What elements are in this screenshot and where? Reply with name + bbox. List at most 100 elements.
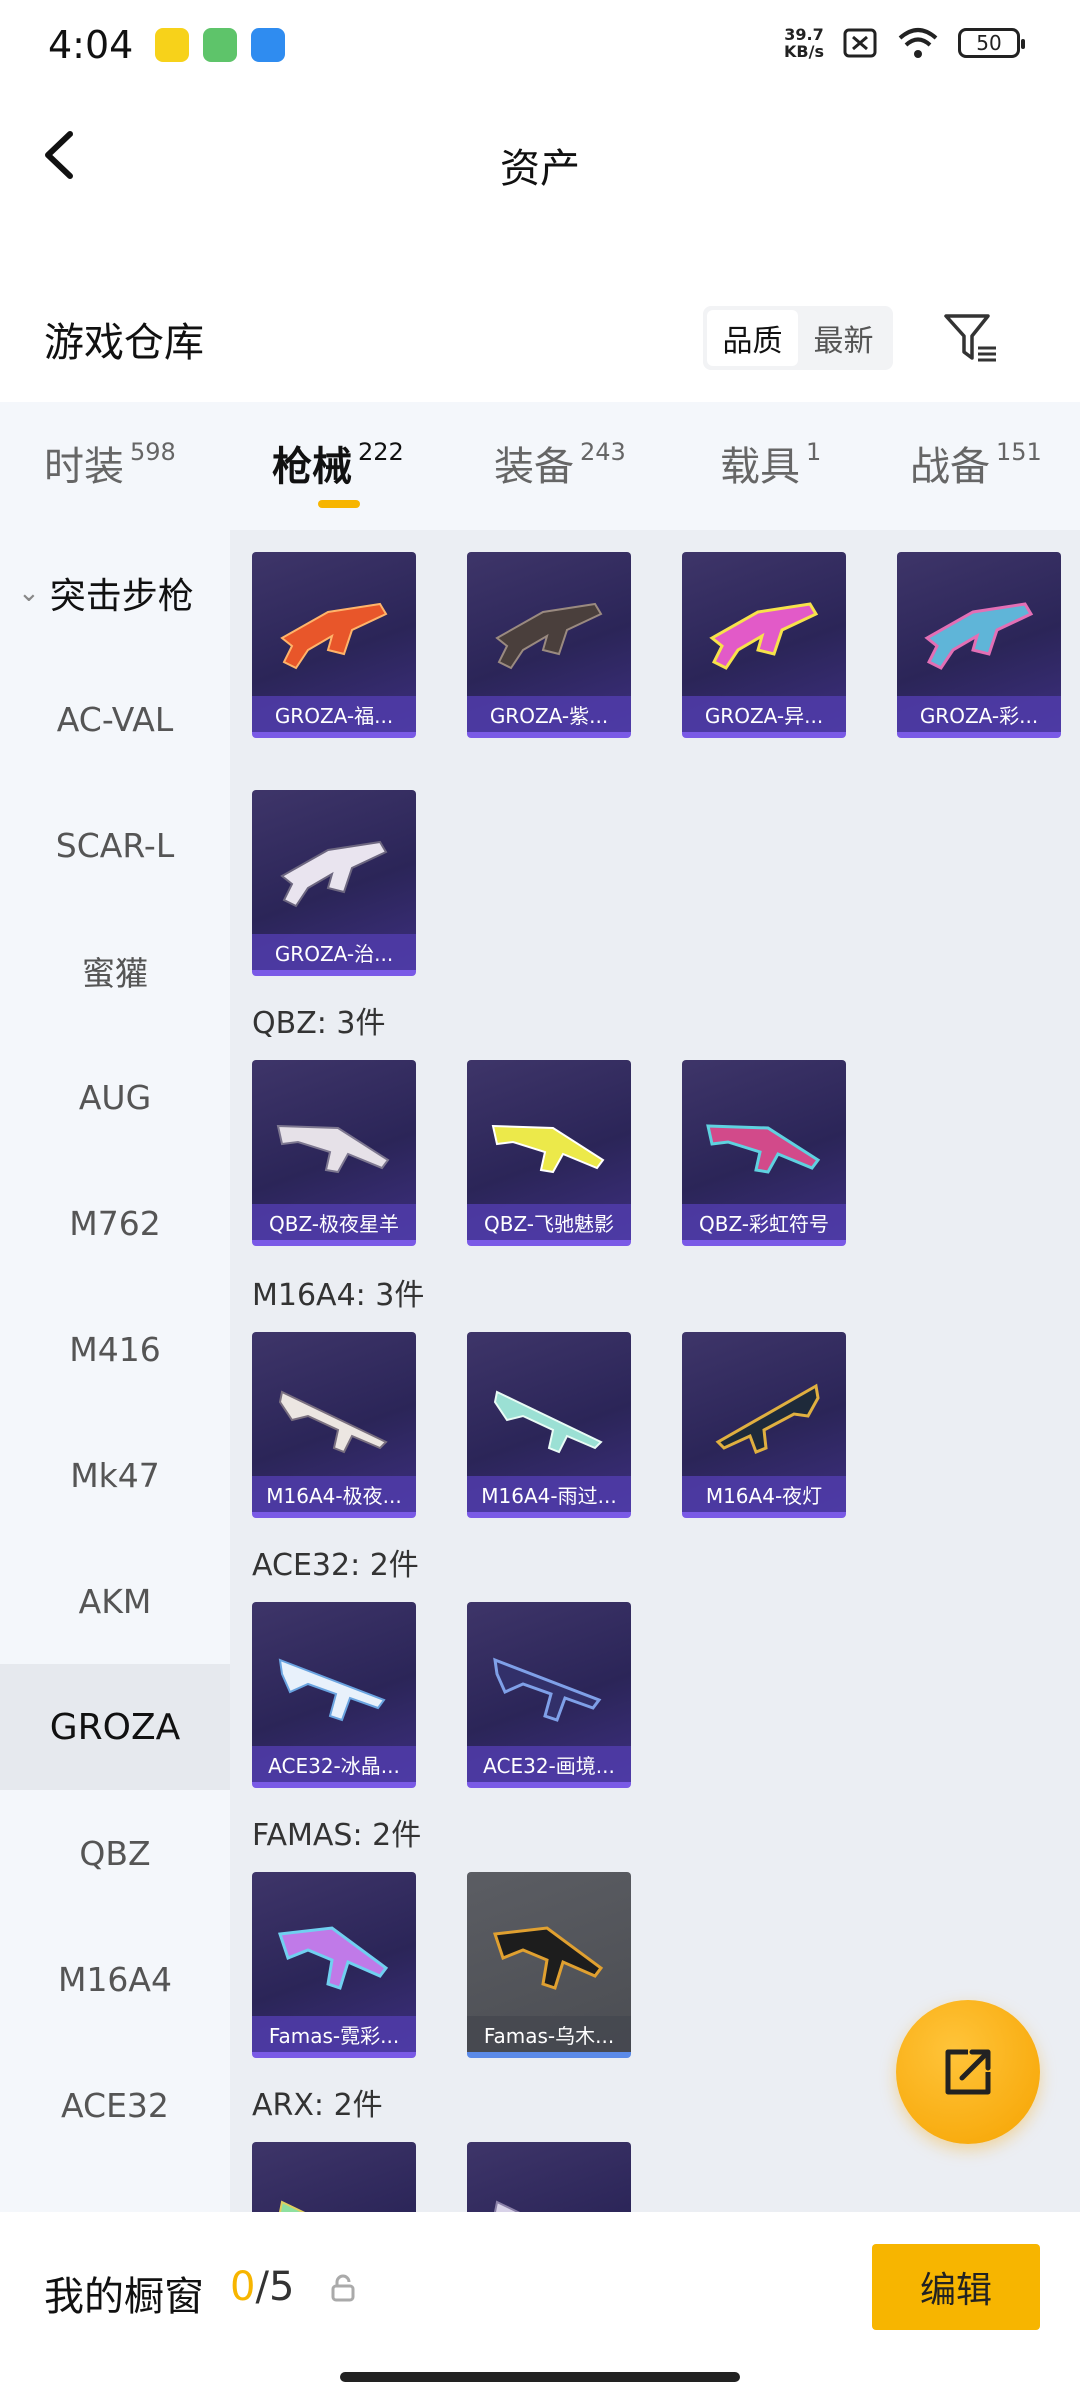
weapon-skin-image — [280, 840, 388, 908]
category-tabs: 时装 598 枪械 222 装备 243 载具 1 战备 151 — [0, 402, 1080, 530]
weapon-card-caption: GROZA-异... — [682, 696, 846, 732]
sidebar-item-honey-badger[interactable]: 蜜獾 — [0, 908, 230, 1034]
weapon-card[interactable]: ACE32-冰晶... — [252, 1602, 416, 1788]
weapon-card[interactable]: GROZA-彩... — [897, 552, 1061, 738]
weapon-card[interactable]: GROZA-治... — [252, 790, 416, 976]
warehouse-title: 游戏仓库 — [44, 320, 204, 366]
showcase-max: 5 — [268, 2264, 295, 2310]
filter-icon[interactable] — [940, 308, 1000, 368]
weapon-skin-image — [493, 1390, 603, 1454]
sidebar-item-akm[interactable]: AKM — [0, 1538, 230, 1664]
sidebar-item-qbz[interactable]: QBZ — [0, 1790, 230, 1916]
weapon-skin-image — [924, 602, 1034, 670]
showcase-separator: / — [255, 2264, 269, 2310]
weapon-skin-image — [715, 1383, 820, 1454]
sort-toggle: 品质 最新 — [703, 306, 893, 370]
section-label-ace32: ACE32: 2件 — [252, 1548, 419, 1583]
status-bar: 4:04 39.7 KB/s 50 — [0, 0, 1080, 90]
weapon-card-caption: GROZA-紫... — [467, 696, 631, 732]
sort-quality-button[interactable]: 品质 — [707, 310, 798, 366]
tab-count: 243 — [580, 438, 626, 466]
app-notification-icon — [155, 28, 190, 62]
showcase-count: 0/5 — [230, 2264, 294, 2310]
weapon-card[interactable]: QBZ-极夜星羊 — [252, 1060, 416, 1246]
weapon-skin-image — [280, 602, 388, 670]
tab-count: 1 — [806, 438, 822, 466]
sidebar-item-m416[interactable]: M416 — [0, 1286, 230, 1412]
page-title: 资产 — [500, 146, 580, 192]
weapon-card[interactable]: ACE32-画境... — [467, 1602, 631, 1788]
share-button[interactable] — [896, 2000, 1040, 2144]
weapon-card[interactable] — [252, 2142, 416, 2212]
weapon-card[interactable]: QBZ-飞驰魅影 — [467, 1060, 631, 1246]
home-indicator — [340, 2372, 740, 2382]
weapon-skin-image — [491, 1124, 605, 1174]
weapon-skin-image — [493, 1657, 602, 1722]
sidebar-item-groza[interactable]: GROZA — [0, 1664, 230, 1790]
weapon-card-caption: ACE32-冰晶... — [252, 1746, 416, 1782]
sidebar-group-label: 突击步枪 — [49, 576, 194, 617]
network-speed-value: 39.7 — [784, 25, 824, 44]
weapon-grid: GROZA-福... GROZA-紫... GROZA-异... GROZA-彩… — [230, 530, 1080, 2212]
weapon-skin-image — [709, 602, 819, 670]
tab-count: 151 — [996, 438, 1042, 466]
sidebar-item-m16a4[interactable]: M16A4 — [0, 1916, 230, 2042]
weapon-card[interactable]: GROZA-福... — [252, 552, 416, 738]
weapon-skin-image — [278, 1390, 388, 1454]
weapon-card-caption: ACE32-画境... — [467, 1746, 631, 1782]
tab-count: 598 — [130, 438, 176, 466]
active-tab-indicator — [318, 500, 360, 508]
weapon-card-caption: Famas-霓彩... — [252, 2016, 416, 2052]
no-sim-icon — [843, 28, 877, 58]
section-label-famas: FAMAS: 2件 — [252, 1818, 422, 1853]
weapon-card[interactable]: M16A4-夜灯 — [682, 1332, 846, 1518]
weapon-card[interactable]: M16A4-极夜... — [252, 1332, 416, 1518]
weapon-skin-image — [278, 2200, 306, 2212]
weapon-card[interactable]: GROZA-紫... — [467, 552, 631, 738]
weapon-card-caption: QBZ-极夜星羊 — [252, 1204, 416, 1240]
showcase-label: 我的橱窗 — [44, 2274, 204, 2320]
tab-vehicles[interactable]: 载具 1 — [720, 434, 821, 492]
status-time: 4:04 — [48, 23, 134, 67]
weapon-card-caption: Famas-乌木... — [467, 2016, 631, 2052]
weapon-card[interactable]: QBZ-彩虹符号 — [682, 1060, 846, 1246]
tool-notification-icon — [203, 28, 238, 62]
chat-notification-icon — [251, 28, 286, 62]
sidebar-item-ac-val[interactable]: AC-VAL — [0, 656, 230, 782]
tab-name: 战备 — [910, 444, 990, 490]
weapon-skin-image — [493, 2200, 521, 2212]
sidebar-item-aug[interactable]: AUG — [0, 1034, 230, 1160]
edit-button[interactable]: 编辑 — [872, 2244, 1040, 2330]
section-label-arx: ARX: 2件 — [252, 2088, 383, 2123]
weapon-card[interactable]: Famas-霓彩... — [252, 1872, 416, 2058]
sidebar-item-scar-l[interactable]: SCAR-L — [0, 782, 230, 908]
weapon-card-caption: GROZA-治... — [252, 934, 416, 970]
sidebar-item-m762[interactable]: M762 — [0, 1160, 230, 1286]
tab-name: 装备 — [494, 444, 574, 490]
tab-name: 载具 — [720, 444, 800, 490]
weapon-sidebar: ⌄ 突击步枪 AC-VAL SCAR-L 蜜獾 AUG M762 M416 Mk… — [0, 530, 230, 2212]
weapon-card-caption: M16A4-雨过... — [467, 1476, 631, 1512]
weapon-card[interactable] — [467, 2142, 631, 2212]
lock-icon — [331, 2274, 355, 2302]
tab-count: 222 — [358, 438, 404, 466]
weapon-card-caption: GROZA-福... — [252, 696, 416, 732]
weapon-card[interactable]: M16A4-雨过... — [467, 1332, 631, 1518]
weapon-card-caption: M16A4-夜灯 — [682, 1476, 846, 1512]
tab-firearms[interactable]: 枪械 222 — [272, 434, 404, 492]
weapon-skin-image — [278, 1658, 386, 1722]
tab-fashion[interactable]: 时装 598 — [44, 434, 176, 492]
sort-newest-button[interactable]: 最新 — [798, 310, 889, 366]
header: 资产 — [0, 90, 1080, 240]
showcase-current: 0 — [230, 2264, 256, 2310]
sidebar-item-mk47[interactable]: Mk47 — [0, 1412, 230, 1538]
sidebar-item-ace32[interactable]: ACE32 — [0, 2042, 230, 2168]
tab-supplies[interactable]: 战备 151 — [910, 434, 1042, 492]
weapon-card[interactable]: GROZA-异... — [682, 552, 846, 738]
weapon-skin-image — [277, 1926, 389, 1990]
network-speed-unit: KB/s — [784, 42, 824, 61]
weapon-card[interactable]: Famas-乌木... — [467, 1872, 631, 2058]
sidebar-group-assault-rifles[interactable]: ⌄ 突击步枪 — [0, 530, 230, 656]
weapon-card-caption: QBZ-彩虹符号 — [682, 1204, 846, 1240]
tab-equipment[interactable]: 装备 243 — [494, 434, 626, 492]
